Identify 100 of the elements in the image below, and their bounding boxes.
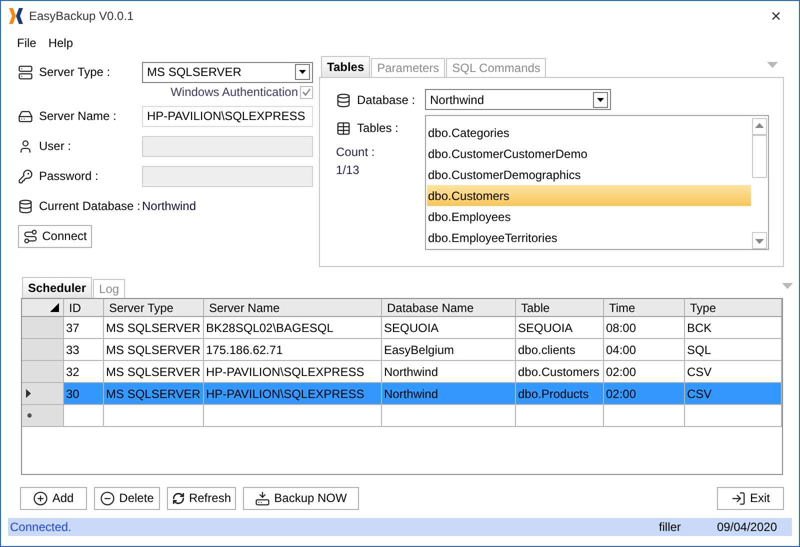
server-type-dropdown[interactable]: MS SQLSERVER [142, 62, 313, 82]
column-header[interactable]: ID [64, 299, 104, 317]
caret-icon [782, 283, 793, 289]
menu-item[interactable]: Help [42, 34, 80, 52]
list-item[interactable]: dbo.Employees [427, 206, 751, 227]
toolbar-button[interactable]: Add [20, 486, 87, 510]
toolbar-button[interactable]: Delete [94, 486, 160, 510]
checkbox-label: Windows Authentication [170, 85, 298, 99]
close-button[interactable]: × [761, 3, 791, 29]
minus-icon [100, 490, 116, 506]
exit-button[interactable]: Exit [717, 486, 784, 510]
field-label: Server Name : [39, 109, 116, 123]
database-dropdown[interactable]: Northwind [425, 89, 611, 110]
refresh-icon [172, 490, 185, 506]
count-value: 1/13 [336, 162, 360, 179]
exit-icon [730, 490, 746, 506]
table-cell: SEQUOIA [382, 317, 516, 339]
list-item[interactable]: dbo.CustomerDemographics [427, 164, 751, 185]
table-cell: 02:00 [604, 361, 685, 383]
scroll-thumb[interactable] [752, 135, 767, 178]
field-label: Tables : [357, 121, 398, 135]
connect-icon [23, 228, 38, 244]
toolbar-button[interactable]: Refresh [167, 486, 236, 510]
table-cell: dbo.clients [516, 339, 604, 361]
menu-item[interactable]: File [11, 34, 42, 52]
empty-cell[interactable] [104, 405, 204, 427]
list-item[interactable]: dbo.Customers [427, 185, 751, 206]
empty-cell[interactable] [382, 405, 516, 427]
column-header[interactable]: Table [516, 299, 604, 317]
server-name-field[interactable]: HP-PAVILION\SQLEXPRESS [142, 106, 313, 126]
empty-cell[interactable] [604, 405, 685, 427]
table-cell: 33 [64, 339, 104, 361]
drive-download-icon [255, 490, 270, 506]
empty-cell[interactable] [204, 405, 382, 427]
app-logo-icon [9, 8, 23, 24]
table-cell: Northwind [382, 361, 516, 383]
column-header[interactable]: Time [604, 299, 685, 317]
field-label: Current Database : [39, 199, 140, 213]
table-cell: 08:00 [604, 317, 685, 339]
table-cell: SEQUOIA [516, 317, 604, 339]
table-cell: MS SQLSERVER [104, 361, 204, 383]
status-date: 09/04/2020 [716, 520, 777, 534]
corner-triangle-icon [50, 303, 59, 312]
table-cell: 30 [64, 383, 104, 405]
table-cell: 04:00 [604, 339, 685, 361]
table-cell: EasyBelgium [382, 339, 516, 361]
table-cell: dbo.Products [516, 383, 604, 405]
list-item[interactable]: dbo.CustomerCustomerDemo [427, 143, 751, 164]
table-cell: 175.186.62.71 [204, 339, 382, 361]
table-cell: HP-PAVILION\SQLEXPRESS [204, 361, 382, 383]
window-title: EasyBackup V0.0.1 [29, 9, 135, 23]
caret-icon [767, 62, 778, 68]
row-header[interactable] [22, 383, 64, 405]
caret-icon [597, 98, 604, 102]
column-header[interactable]: Server Name [204, 299, 382, 317]
count-label: Count : [336, 144, 376, 161]
server-icon [18, 108, 33, 124]
toolbar-button[interactable]: Backup NOW [243, 486, 359, 510]
empty-cell[interactable] [685, 405, 782, 427]
database-icon [336, 92, 351, 108]
table-cell: BCK [685, 317, 782, 339]
table-cell: HP-PAVILION\SQLEXPRESS [204, 383, 382, 405]
table-cell: BK28SQL02\BAGESQL [204, 317, 382, 339]
table-cell: 32 [64, 361, 104, 383]
table-cell: Northwind [382, 383, 516, 405]
tab[interactable]: Tables [321, 56, 370, 77]
table-cell: CSV [685, 361, 782, 383]
current-database-value: Northwind [142, 199, 196, 213]
table-cell: dbo.Customers [516, 361, 604, 383]
field-label: Database : [357, 93, 416, 107]
field-label: User : [39, 139, 72, 153]
status-message: Connected. [10, 520, 72, 534]
table-cell: 02:00 [604, 383, 685, 405]
key-icon [18, 168, 33, 184]
list-item[interactable]: dbo.EmployeeTerritories [427, 227, 751, 248]
column-header[interactable]: Server Type [104, 299, 204, 317]
caret-icon [299, 70, 306, 74]
column-header[interactable]: Database Name [382, 299, 516, 317]
table-cell: SQL [685, 339, 782, 361]
list-item[interactable]: dbo.Categories [427, 122, 751, 143]
scroll-down-icon[interactable] [752, 232, 767, 249]
server-icon [18, 64, 33, 80]
tab[interactable]: Scheduler [22, 277, 92, 298]
scroll-up-icon[interactable] [752, 118, 767, 135]
user-icon [18, 138, 33, 154]
field-label: Server Type : [39, 65, 110, 79]
status-text: filler [658, 520, 681, 534]
table-cell: MS SQLSERVER [104, 383, 204, 405]
table-cell: MS SQLSERVER [104, 339, 204, 361]
table-cell: CSV [685, 383, 782, 405]
connect-button[interactable]: Connect [18, 224, 92, 248]
field-label: Password : [39, 169, 98, 183]
table-cell: 37 [64, 317, 104, 339]
table-icon [336, 120, 351, 136]
column-header[interactable]: Type [685, 299, 782, 317]
plus-icon [33, 490, 48, 506]
current-row-icon [26, 389, 31, 398]
empty-cell[interactable] [516, 405, 604, 427]
database-icon [18, 198, 33, 214]
table-cell: MS SQLSERVER [104, 317, 204, 339]
